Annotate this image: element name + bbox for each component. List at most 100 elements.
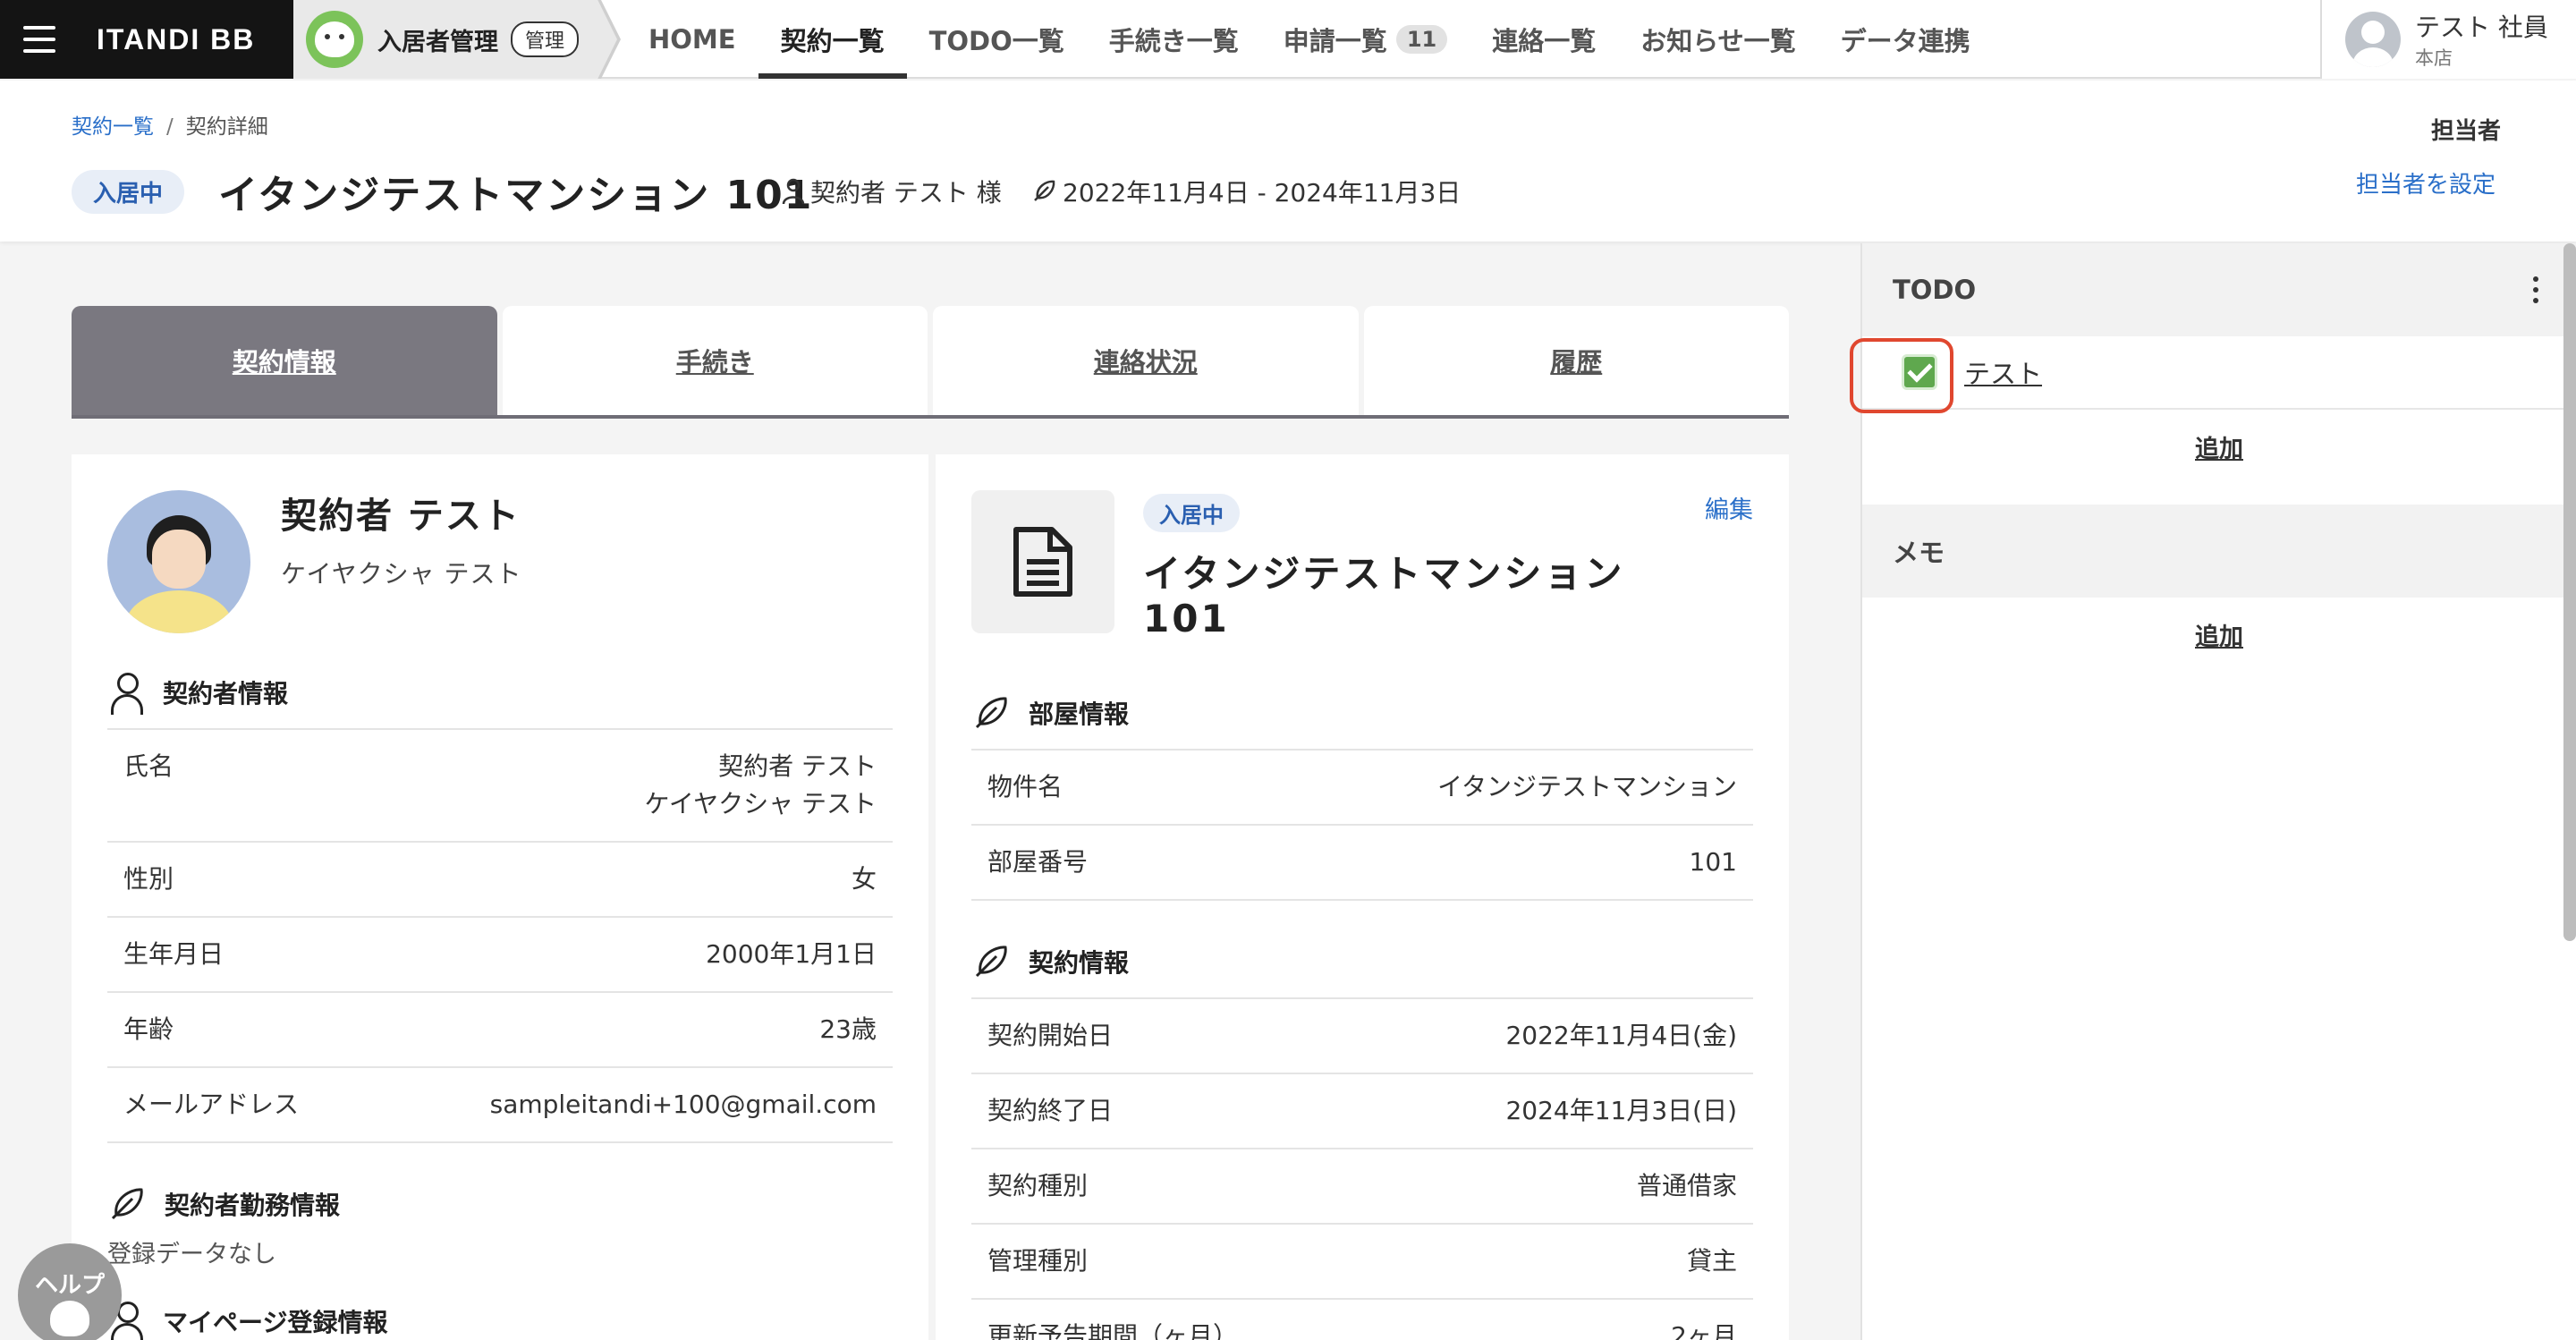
user-menu[interactable]: テスト 社員 本店 bbox=[2320, 0, 2576, 79]
property-title-line2: 101 bbox=[1143, 597, 1230, 640]
feather-icon bbox=[1034, 180, 1055, 201]
top-nav: ITANDI BB 入居者管理 管理 HOME 契約一覧 TODO一覧 手続き一… bbox=[0, 0, 2576, 79]
help-label: ヘルプ bbox=[34, 1272, 105, 1299]
applications-count-badge: 11 bbox=[1395, 25, 1448, 54]
table-row: 年齢 23歳 bbox=[107, 993, 893, 1068]
row-key: 契約種別 bbox=[987, 1171, 1089, 1200]
row-key: 契約開始日 bbox=[987, 1021, 1114, 1050]
table-row: 管理種別 貸主 bbox=[971, 1225, 1753, 1300]
room-info-title: 部屋情報 bbox=[1029, 700, 1130, 729]
tab-contract-info[interactable]: 契約情報 bbox=[72, 306, 497, 415]
table-row: 更新予告期間（ヶ月） 2ヶ月 bbox=[971, 1300, 1753, 1340]
contractor-name: 契約者 テスト 様 bbox=[810, 178, 1002, 208]
row-value-line1: 契約者 テスト bbox=[718, 751, 877, 781]
feather-icon bbox=[975, 946, 1007, 978]
row-value-line2: ケイヤクシャ テスト bbox=[644, 789, 877, 818]
property-status-badge: 入居中 bbox=[1143, 494, 1240, 532]
bear-mascot-icon bbox=[50, 1301, 89, 1336]
row-key: 契約終了日 bbox=[987, 1096, 1114, 1125]
contract-info-title: 契約情報 bbox=[1029, 948, 1130, 978]
user-branch: 本店 bbox=[2415, 47, 2453, 69]
nav-todo-label: TODO一覧 bbox=[928, 26, 1064, 56]
row-key: 生年月日 bbox=[123, 939, 225, 969]
tab-history[interactable]: 履歴 bbox=[1363, 306, 1789, 415]
nav-procedures[interactable]: 手続き一覧 bbox=[1087, 0, 1261, 79]
todo-checkbox[interactable] bbox=[1902, 354, 1937, 390]
property-summary: 入居中 イタンジテストマンション 101 bbox=[971, 490, 1753, 641]
table-row: 契約開始日 2022年11月4日(金) bbox=[971, 999, 1753, 1074]
room-info-table: 物件名 イタンジテストマンション 部屋番号 101 bbox=[971, 749, 1753, 901]
row-key: 部屋番号 bbox=[987, 847, 1089, 877]
property-title-line1: イタンジテストマンション bbox=[1143, 552, 1625, 596]
nav-applications[interactable]: 申請一覧 11 bbox=[1261, 0, 1470, 79]
person-icon bbox=[107, 673, 145, 715]
todo-header: TODO bbox=[1862, 243, 2576, 336]
set-assignee-link[interactable]: 担当者を設定 bbox=[2356, 166, 2496, 199]
work-info-title: 契約者勤務情報 bbox=[165, 1191, 341, 1220]
add-todo-link[interactable]: 追加 bbox=[1862, 410, 2576, 483]
nav-contracts[interactable]: 契約一覧 bbox=[758, 0, 907, 79]
contract-header: 契約一覧 / 契約詳細 入居中 イタンジテストマンション 101 契約者 テスト 様… bbox=[0, 81, 2576, 242]
edit-link[interactable]: 編集 bbox=[1705, 490, 1753, 525]
mypage-info-title: マイページ登録情報 bbox=[163, 1308, 388, 1337]
contractor-profile: 契約者 テスト ケイヤクシャ テスト bbox=[107, 490, 893, 633]
table-row: 物件名 イタンジテストマンション bbox=[971, 751, 1753, 826]
user-info: テスト 社員 本店 bbox=[2415, 8, 2548, 71]
bear-mascot-icon bbox=[306, 11, 363, 68]
contractor-info: 契約者 テスト 様 bbox=[782, 174, 1002, 209]
room-info-heading: 部屋情報 bbox=[971, 693, 1753, 733]
feather-icon bbox=[975, 697, 1007, 729]
row-value: イタンジテストマンション bbox=[1437, 772, 1737, 801]
row-key: 氏名 bbox=[123, 751, 174, 781]
help-button[interactable]: ヘルプ bbox=[18, 1243, 122, 1340]
hamburger-menu-icon[interactable] bbox=[0, 0, 79, 79]
row-value: 契約者 テストケイヤクシャ テスト bbox=[644, 748, 877, 823]
contractor-kana: ケイヤクシャ テスト bbox=[281, 559, 522, 589]
todo-item-label[interactable]: テスト bbox=[1964, 353, 2042, 391]
scrollbar[interactable] bbox=[2563, 243, 2576, 941]
row-value: 女 bbox=[851, 864, 877, 894]
nav-procedures-label: 手続き一覧 bbox=[1108, 26, 1239, 56]
nav-contacts[interactable]: 連絡一覧 bbox=[1470, 0, 1618, 79]
nav-notices[interactable]: お知らせ一覧 bbox=[1618, 0, 1818, 79]
breadcrumb-separator: / bbox=[166, 115, 174, 139]
nav-data-link-label: データ連携 bbox=[1840, 26, 1970, 56]
nav-data-link[interactable]: データ連携 bbox=[1818, 0, 1993, 79]
more-options-icon[interactable] bbox=[2526, 269, 2546, 310]
row-key: 性別 bbox=[123, 864, 174, 894]
main-nav: HOME 契約一覧 TODO一覧 手続き一覧 申請一覧 11 連絡一覧 お知らせ一… bbox=[626, 0, 1993, 79]
row-key: 年齢 bbox=[123, 1014, 174, 1044]
brand-bar: ITANDI BB bbox=[0, 0, 293, 79]
add-memo-link[interactable]: 追加 bbox=[1862, 598, 2576, 671]
detail-tabs: 契約情報 手続き 連絡状況 履歴 bbox=[72, 306, 1789, 419]
row-key: 物件名 bbox=[987, 772, 1063, 801]
breadcrumb-contract-list[interactable]: 契約一覧 bbox=[72, 115, 154, 139]
tab-procedures[interactable]: 手続き bbox=[502, 306, 928, 415]
todo-item: テスト bbox=[1850, 336, 2576, 413]
memo-title: メモ bbox=[1893, 538, 1945, 568]
row-key: メールアドレス bbox=[123, 1090, 300, 1119]
row-value: sampleitandi+100@gmail.com bbox=[489, 1090, 877, 1119]
row-value: 2022年11月4日(金) bbox=[1505, 1021, 1737, 1050]
work-info-empty: 登録データなし bbox=[107, 1241, 276, 1268]
app-name: 入居者管理 bbox=[377, 28, 498, 56]
row-key: 更新予告期間（ヶ月） bbox=[987, 1321, 1239, 1340]
table-row: 部屋番号 101 bbox=[971, 826, 1753, 901]
row-value: 貸主 bbox=[1686, 1246, 1737, 1276]
contract-info-heading: 契約情報 bbox=[971, 942, 1753, 981]
nav-home[interactable]: HOME bbox=[626, 0, 758, 79]
tab-contact-status[interactable]: 連絡状況 bbox=[933, 306, 1359, 415]
assignee-label: 担当者 bbox=[2431, 118, 2502, 145]
document-icon bbox=[971, 490, 1114, 633]
nav-todo[interactable]: TODO一覧 bbox=[907, 0, 1087, 79]
app-switcher[interactable]: 入居者管理 管理 bbox=[293, 0, 617, 79]
breadcrumb: 契約一覧 / 契約詳細 bbox=[72, 109, 268, 140]
nav-contracts-label: 契約一覧 bbox=[780, 26, 885, 56]
contractor-avatar bbox=[107, 490, 250, 633]
contract-period: 2022年11月4日 - 2024年11月3日 bbox=[1030, 174, 1461, 209]
brand-logo[interactable]: ITANDI BB bbox=[97, 23, 255, 56]
property-title: イタンジテストマンション 101 bbox=[1143, 552, 1624, 641]
page-title: イタンジテストマンション 101 bbox=[218, 173, 814, 218]
nav-contacts-label: 連絡一覧 bbox=[1492, 26, 1597, 56]
row-value: 2ヶ月 bbox=[1671, 1321, 1737, 1340]
